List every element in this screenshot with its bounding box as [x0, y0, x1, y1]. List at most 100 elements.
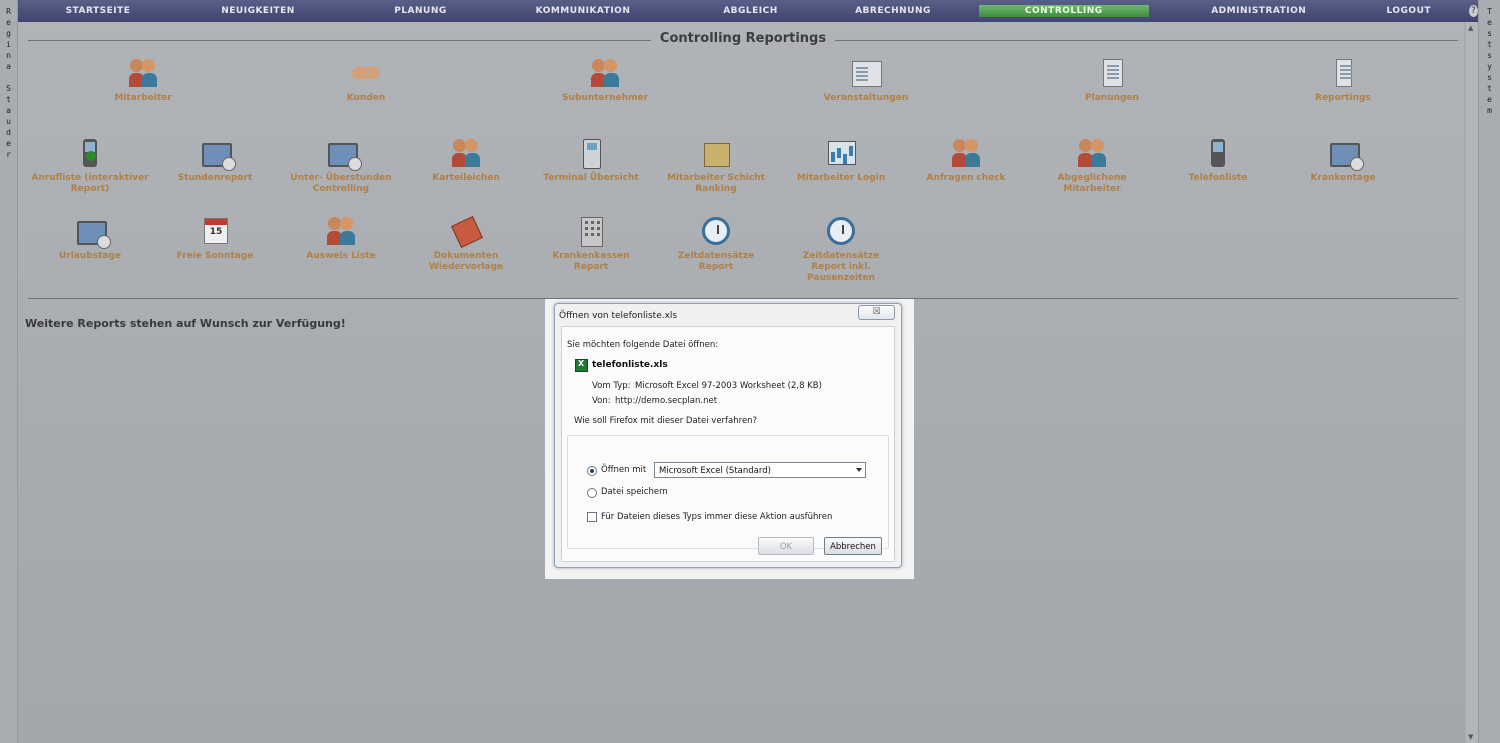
nav-startseite[interactable]: STARTSEITE: [18, 6, 178, 16]
file-type-value: Microsoft Excel 97-2003 Worksheet (2,8 K…: [635, 381, 822, 391]
tile-anrufliste[interactable]: Anrufliste (interaktiver Report): [30, 137, 150, 195]
nav-abgleich[interactable]: ABGLEICH: [663, 6, 838, 16]
tile-mitarbeiter-login[interactable]: Mitarbeiter Login: [786, 137, 896, 184]
tile-freie-sonntage[interactable]: Freie Sonntage: [165, 215, 265, 262]
dialog-title: Öffnen von telefonliste.xls: [559, 311, 678, 321]
strip-letter: s: [1487, 29, 1492, 38]
monitor-clock-icon: [325, 137, 362, 171]
strip-letter: g: [6, 29, 11, 38]
tile-dokumenten-wiedervorlage[interactable]: Dokumenten Wiedervorlage: [416, 215, 516, 273]
strip-letter: t: [1487, 40, 1492, 49]
cancel-button[interactable]: Abbrechen: [824, 537, 882, 555]
tile-label: Mitarbeiter Login: [796, 173, 886, 183]
tile-label: Kunden: [346, 93, 386, 103]
tile-zeitdatensaetze-report[interactable]: Zeitdatensätze Report: [666, 215, 766, 273]
nav-logout[interactable]: LOGOUT: [1369, 6, 1449, 16]
ok-button[interactable]: OK: [758, 537, 814, 555]
application-select[interactable]: Microsoft Excel (Standard): [654, 462, 866, 478]
strip-letter: n: [6, 51, 11, 60]
strip-letter: e: [6, 139, 11, 148]
tile-label: Zeitdatensätze Report: [677, 251, 755, 272]
tile-telefonliste[interactable]: Telefonliste: [1168, 137, 1268, 184]
tile-label: Terminal Übersicht: [543, 173, 639, 183]
strip-letter: e: [6, 18, 11, 27]
tile-label: Zeitdatensätze Report inkl. Pausenzeiten: [802, 251, 880, 283]
nav-neuigkeiten[interactable]: NEUIGKEITEN: [178, 6, 338, 16]
tile-veranstaltungen[interactable]: Veranstaltungen: [816, 57, 916, 104]
clock-icon: [825, 215, 857, 247]
tile-label: Planungen: [1085, 93, 1139, 103]
left-user-strip: Regina Stauder: [0, 0, 18, 743]
vertical-scrollbar[interactable]: ▲ ▼: [1466, 22, 1478, 743]
people-check-icon: [1076, 137, 1108, 169]
nav-administration[interactable]: ADMINISTRATION: [1149, 6, 1369, 16]
nav-abrechnung[interactable]: ABRECHNUNG: [838, 6, 948, 16]
tile-zeitdatensaetze-pausenzeiten[interactable]: Zeitdatensätze Report inkl. Pausenzeiten: [791, 215, 891, 284]
tile-mitarbeiter[interactable]: Mitarbeiter: [98, 57, 188, 104]
nav-controlling[interactable]: CONTROLLING: [978, 5, 1149, 17]
strip-letter: t: [6, 95, 11, 104]
monitor-clock-icon: [1327, 137, 1364, 171]
tile-label: Ausweis Liste: [306, 251, 376, 261]
calendar-icon: [199, 215, 231, 247]
strip-letter: e: [1487, 95, 1492, 104]
open-file-dialog: Öffnen von telefonliste.xls ☒ Sie möchte…: [554, 303, 902, 568]
application-select-value: Microsoft Excel (Standard): [659, 466, 771, 476]
strip-letter: a: [6, 62, 11, 71]
scroll-down-icon[interactable]: ▼: [1468, 733, 1473, 741]
tile-schicht-ranking[interactable]: Mitarbeiter Schicht Ranking: [661, 137, 771, 195]
excel-file-icon: [575, 359, 588, 372]
scroll-up-icon[interactable]: ▲: [1468, 24, 1473, 32]
nav-planung[interactable]: PLANUNG: [338, 6, 503, 16]
tile-abgeglichene-mitarbeiter[interactable]: Abgeglichene Mitarbeiter: [1042, 137, 1142, 195]
tile-reportings[interactable]: Reportings: [1298, 57, 1388, 104]
folder-icon: [450, 215, 483, 248]
tile-anfragen-check[interactable]: Anfragen check: [916, 137, 1016, 184]
radio-open-with[interactable]: [587, 466, 597, 476]
monitor-clock-icon: [74, 215, 111, 249]
right-system-strip: Testsystem: [1478, 0, 1500, 743]
strip-letter: u: [6, 117, 11, 126]
file-source-value: http://demo.secplan.net: [615, 396, 718, 406]
dialog-titlebar: Öffnen von telefonliste.xls ☒: [555, 304, 901, 326]
tile-label: Veranstaltungen: [823, 93, 909, 103]
schedule-board-icon: [850, 57, 882, 89]
tile-ausweis-liste[interactable]: Ausweis Liste: [291, 215, 391, 262]
chart-icon: [825, 137, 857, 169]
tile-label: Mitarbeiter Schicht Ranking: [667, 173, 765, 194]
open-with-label: Öffnen mit: [601, 465, 647, 475]
tile-label: Telefonliste: [1188, 173, 1248, 183]
tile-urlaubstage[interactable]: Urlaubstage: [40, 215, 140, 262]
strip-letter: t: [1487, 84, 1492, 93]
tile-planungen[interactable]: Planungen: [1067, 57, 1157, 104]
phone-check-icon: [74, 137, 106, 169]
dialog-close-button[interactable]: ☒: [858, 305, 895, 320]
tile-label: Reportings: [1315, 93, 1371, 103]
strip-letter: d: [6, 128, 11, 137]
tile-label: Krankenkassen Report: [552, 251, 630, 272]
tile-label: Krankentage: [1310, 173, 1376, 183]
tile-label: Freie Sonntage: [176, 251, 254, 261]
clock-icon: [700, 215, 732, 247]
help-icon[interactable]: ?: [1468, 5, 1478, 17]
always-action-checkbox[interactable]: [587, 512, 597, 522]
people-icon: [127, 57, 159, 89]
tile-label: Karteileichen: [432, 173, 500, 183]
strip-letter: R: [6, 7, 11, 16]
tile-label: Unter- Überstunden Controlling: [290, 173, 392, 194]
tile-karteileichen[interactable]: Karteileichen: [416, 137, 516, 184]
radio-save-file[interactable]: [587, 488, 597, 498]
nav-kommunikation[interactable]: KOMMUNIKATION: [503, 6, 663, 16]
strip-letter: r: [6, 150, 11, 159]
tile-stundenreport[interactable]: Stundenreport: [165, 137, 265, 184]
tile-subunternehmer[interactable]: Subunternehmer: [555, 57, 655, 104]
tile-label: Stundenreport: [177, 173, 253, 183]
planning-doc-icon: [1096, 57, 1128, 89]
tile-krankenkassen-report[interactable]: Krankenkassen Report: [541, 215, 641, 273]
tile-terminal-uebersicht[interactable]: Terminal Übersicht: [536, 137, 646, 184]
tile-kunden[interactable]: Kunden: [321, 57, 411, 104]
tile-ueberstunden-controlling[interactable]: Unter- Überstunden Controlling: [286, 137, 396, 195]
tile-krankentage[interactable]: Krankentage: [1293, 137, 1393, 184]
strip-letter: y: [1487, 62, 1492, 71]
dialog-backdrop: Öffnen von telefonliste.xls ☒ Sie möchte…: [545, 299, 914, 579]
